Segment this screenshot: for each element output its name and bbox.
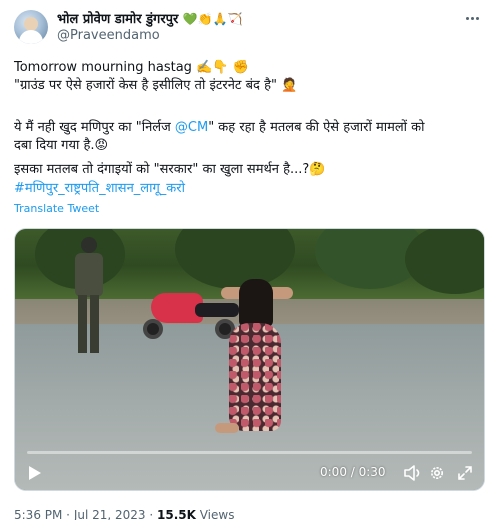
- author-handle[interactable]: @Praveendamo: [57, 28, 160, 43]
- video-time-display: 0:00 / 0:30: [320, 465, 386, 479]
- more-dot-icon: [465, 16, 469, 20]
- author-name-text: भोल प्रोवेण डामोर डुंगरपुर: [57, 12, 179, 27]
- volume-button[interactable]: [403, 463, 423, 483]
- tweet-meta: 5:36 PM · Jul 21, 2023 · 15.5K Views: [14, 508, 234, 520]
- tweet-text-line: "ग्राउंड पर ऐसे हजारों केस है इसीलिए तो …: [14, 78, 298, 93]
- fullscreen-icon: [458, 466, 472, 480]
- views-count: 15.5K: [157, 508, 196, 520]
- avatar-body: [19, 30, 43, 44]
- video-figure-woman: [215, 279, 299, 439]
- video-progress-bar[interactable]: [27, 451, 472, 454]
- meta-separator: ·: [62, 508, 74, 520]
- tweet-text-line: ये मैं नही खुद मणिपुर का "निर्लज @CM" कह…: [14, 119, 425, 137]
- fullscreen-button[interactable]: [455, 463, 475, 483]
- more-options-button[interactable]: [460, 8, 484, 28]
- tweet-time[interactable]: 5:36 PM: [14, 508, 62, 520]
- tweet-date[interactable]: Jul 21, 2023: [74, 508, 146, 520]
- mention-link[interactable]: @CM: [175, 120, 208, 135]
- tweet-text-line: Tomorrow mourning hastag ✍️👇 ✊: [14, 60, 249, 75]
- more-dot-icon: [475, 16, 479, 20]
- tweet-text-segment: ये मैं नही खुद मणिपुर का "निर्लज: [14, 120, 175, 135]
- video-player[interactable]: 0:00 / 0:30: [14, 228, 485, 491]
- video-figure-soldier: [71, 237, 107, 357]
- tweet-card: भोल प्रोवेण डामोर डुंगरपुर 💚👏🙏🏹 @Praveen…: [0, 0, 498, 520]
- hashtag-link[interactable]: #मणिपुर_राष्ट्रपति_शासन_लागू_करो: [14, 180, 185, 198]
- author-name-emojis: 💚👏🙏🏹: [182, 12, 243, 26]
- tweet-text-line: दबा दिया गया है.😡: [14, 138, 109, 153]
- gear-icon: [431, 467, 443, 479]
- views-label: Views: [195, 508, 235, 520]
- tweet-text-segment: " कह रहा है मतलब की ऐसे हजारों मामलों को: [208, 120, 425, 135]
- avatar-face: [24, 17, 38, 31]
- translate-tweet-link[interactable]: Translate Tweet: [14, 202, 99, 215]
- author-display-name[interactable]: भोल प्रोवेण डामोर डुंगरपुर 💚👏🙏🏹: [57, 9, 243, 27]
- tweet-text-line: इसका मतलब तो दंगाइयों को "सरकार" का खुला…: [14, 162, 326, 177]
- tree-shape: [405, 229, 484, 294]
- settings-button[interactable]: [427, 463, 447, 483]
- meta-separator: ·: [145, 508, 157, 520]
- play-button[interactable]: [25, 463, 45, 483]
- play-icon: [29, 466, 41, 480]
- volume-icon: [404, 465, 420, 481]
- more-dot-icon: [470, 16, 474, 20]
- avatar[interactable]: [14, 10, 48, 44]
